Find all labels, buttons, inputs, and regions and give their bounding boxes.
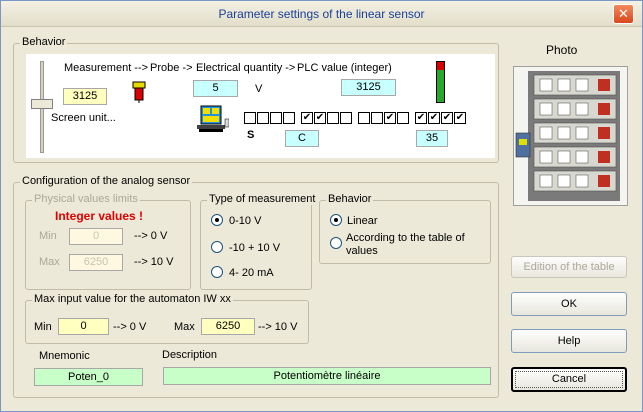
automaton-max-label: Max — [174, 321, 195, 333]
chain-plc: PLC value (integer) — [297, 62, 392, 74]
bit-checkbox — [244, 112, 256, 124]
plc-value-field: 3125 — [341, 79, 396, 96]
radio-4-20ma-label[interactable]: 4- 20 mA — [229, 267, 274, 279]
bit-checkbox: ✔ — [384, 112, 396, 124]
automaton-max-field[interactable]: 6250 — [201, 318, 255, 335]
behavior-options-legend: Behavior — [326, 193, 374, 205]
bit-checkbox — [340, 112, 352, 124]
bit-checkbox — [358, 112, 370, 124]
radio-10-10v[interactable] — [211, 241, 223, 253]
bit-checkbox — [397, 112, 409, 124]
bits-c-field: C — [285, 130, 319, 147]
help-button[interactable]: Help — [511, 329, 627, 353]
electrical-value-field: 5 — [193, 80, 238, 97]
electrical-unit: V — [255, 83, 263, 95]
dialog-window: Parameter settings of the linear sensor … — [0, 0, 643, 412]
bit-set: ✔ ✔ — [301, 112, 352, 124]
physical-max-arrow: --> 10 V — [134, 256, 174, 268]
slider-thumb[interactable] — [31, 99, 53, 109]
edition-table-button[interactable]: Edition of the table — [511, 256, 627, 278]
chain-measurement: Measurement --> — [64, 62, 149, 74]
radio-linear-label[interactable]: Linear — [347, 215, 378, 227]
description-field[interactable]: Potentiomètre linéaire — [163, 367, 491, 385]
bit-checkbox — [283, 112, 295, 124]
probe-icon — [132, 81, 146, 103]
description-label: Description — [162, 349, 218, 361]
radio-0-10v-label[interactable]: 0-10 V — [229, 215, 261, 227]
automaton-max-arrow: --> 10 V — [258, 321, 298, 333]
screen-unit-label: Screen unit... — [51, 112, 116, 124]
bit-checkbox: ✔ — [314, 112, 326, 124]
config-legend: Configuration of the analog sensor — [20, 175, 193, 187]
physical-max-label: Max — [39, 256, 60, 268]
chain-probe: Probe -> — [150, 62, 193, 74]
chain-electrical: Electrical quantity -> — [196, 62, 296, 74]
bit-checkbox — [257, 112, 269, 124]
bit-s-label: S — [247, 129, 255, 141]
automaton-min-arrow: --> 0 V — [113, 321, 147, 333]
automaton-min-label: Min — [34, 321, 52, 333]
bit-checkbox: ✔ — [454, 112, 466, 124]
title-bar: Parameter settings of the linear sensor … — [1, 1, 642, 27]
bit-checkbox — [327, 112, 339, 124]
window-title: Parameter settings of the linear sensor — [218, 7, 425, 21]
radio-table-label[interactable]: According to the table of values — [346, 232, 471, 258]
converter-icon — [197, 105, 230, 133]
bit-checkbox: ✔ — [441, 112, 453, 124]
bit-set: ✔ ✔ ✔ ✔ — [415, 112, 466, 124]
ok-button[interactable]: OK — [511, 292, 627, 316]
bit-checkbox: ✔ — [415, 112, 427, 124]
bit-checkboxes: ✔ ✔ ✔ ✔ ✔ ✔ ✔ — [244, 112, 471, 124]
screen-value-slider[interactable] — [31, 59, 53, 155]
mnemonic-field[interactable]: Poten_0 — [34, 368, 143, 386]
radio-0-10v[interactable] — [211, 214, 223, 226]
bit-set: ✔ — [358, 112, 409, 124]
measurement-type-legend: Type of measurement — [207, 193, 318, 205]
bit-checkbox — [371, 112, 383, 124]
radio-table-of-values[interactable] — [330, 237, 342, 249]
behavior-legend: Behavior — [20, 36, 68, 48]
physical-limits-legend: Physical values limits — [32, 193, 140, 205]
bit-checkbox — [270, 112, 282, 124]
cancel-button[interactable]: Cancel — [511, 367, 627, 392]
photo-label: Photo — [546, 43, 578, 57]
bit-checkbox: ✔ — [301, 112, 313, 124]
bit-checkbox: ✔ — [428, 112, 440, 124]
radio-4-20ma[interactable] — [211, 266, 223, 278]
automaton-legend: Max input value for the automaton IW xx — [32, 293, 233, 305]
bit-set — [244, 112, 295, 124]
mnemonic-label: Mnemonic — [39, 350, 90, 362]
physical-max-field: 6250 — [69, 254, 123, 271]
sensor-photo — [513, 66, 628, 206]
bits-value-field: 35 — [416, 130, 448, 147]
physical-min-arrow: --> 0 V — [134, 230, 168, 242]
radio-10-10v-label[interactable]: -10 + 10 V — [229, 242, 280, 254]
physical-min-field: 0 — [69, 228, 123, 245]
screen-value-field: 3125 — [63, 88, 107, 105]
bargraph-icon — [436, 61, 445, 103]
integer-values-label: Integer values ! — [55, 209, 144, 223]
close-button[interactable]: ✕ — [613, 4, 634, 24]
photo-image — [515, 71, 620, 201]
physical-min-label: Min — [39, 230, 57, 242]
automaton-min-field[interactable]: 0 — [58, 318, 109, 335]
radio-linear[interactable] — [330, 214, 342, 226]
